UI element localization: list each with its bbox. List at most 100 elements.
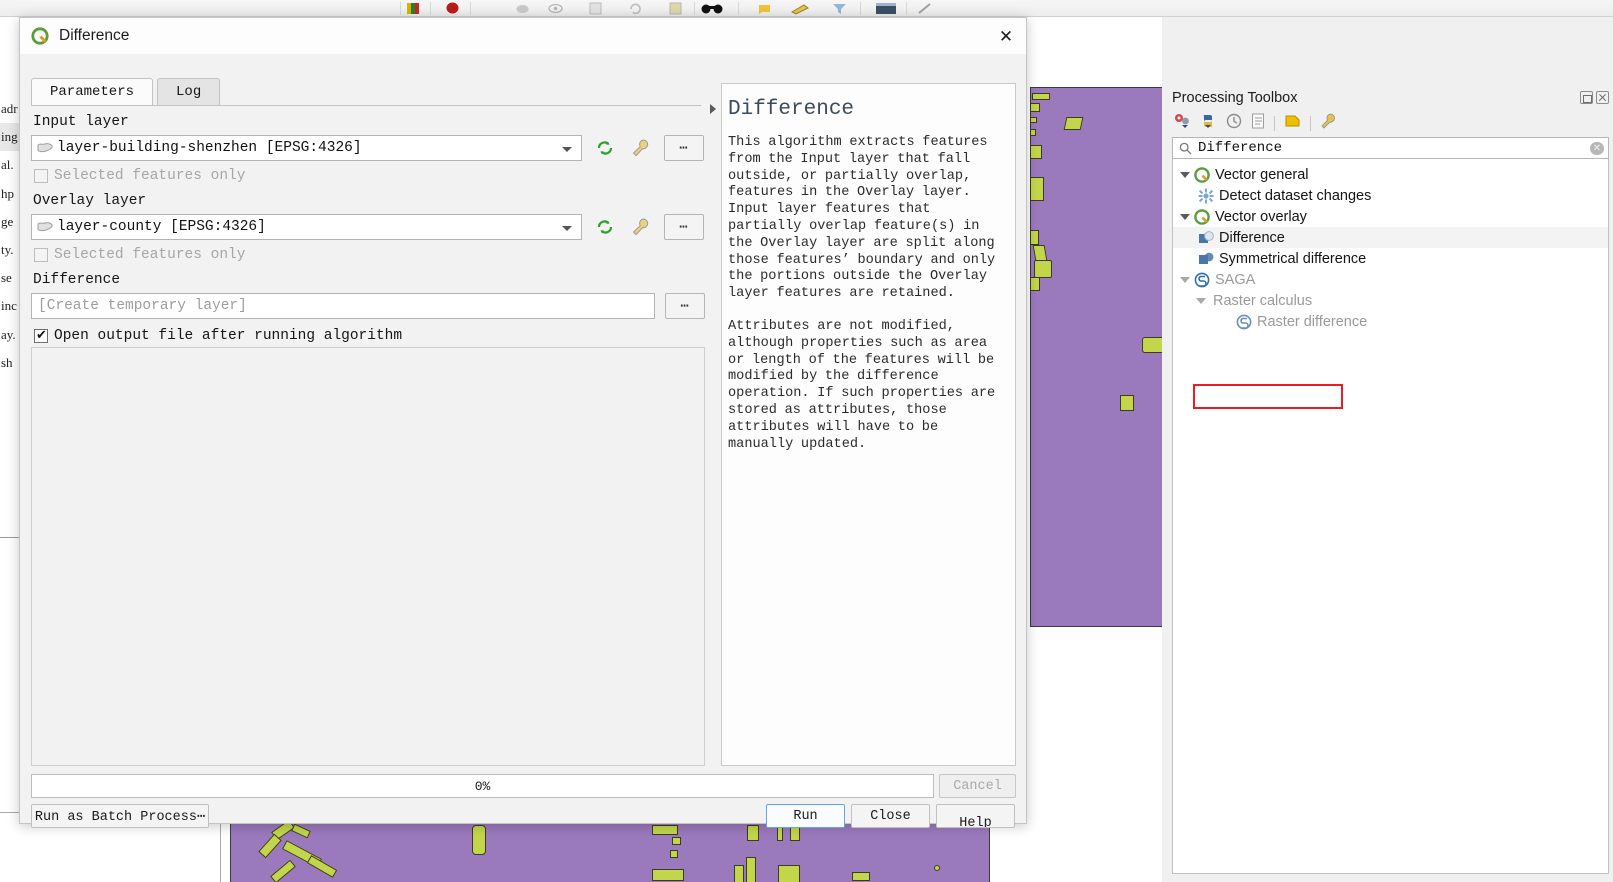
output-browse-button[interactable]: ⋯ (665, 293, 705, 319)
python-icon[interactable] (1200, 113, 1217, 134)
tree-item-label: Symmetrical difference (1219, 251, 1366, 267)
tree-item-vector-general[interactable]: Vector general (1173, 164, 1608, 185)
output-row: [Create temporary layer] ⋯ (31, 293, 705, 319)
dialog-tabs[interactable]: Parameters Log (31, 78, 220, 105)
record-icon[interactable] (445, 2, 460, 15)
qgis-main-toolbar[interactable] (0, 0, 1613, 17)
models-icon[interactable] (1174, 113, 1191, 134)
overlay-selected-features-row[interactable]: Selected features only (31, 247, 705, 263)
chevron-down-icon[interactable] (1177, 214, 1193, 220)
processing-algorithms-tree[interactable]: Vector general Detect dataset changes Ve… (1172, 159, 1609, 874)
refresh-icon[interactable] (592, 135, 618, 161)
tree-item-symmetrical-difference[interactable]: Symmetrical difference (1173, 248, 1608, 269)
building-polygon (734, 865, 744, 882)
open-output-checkbox[interactable] (34, 329, 48, 343)
saga-icon (1193, 272, 1211, 288)
tree-item-saga[interactable]: SAGA (1173, 269, 1608, 290)
toolbar-divider (1310, 116, 1311, 131)
chevron-down-icon[interactable] (1193, 298, 1209, 304)
difference-dialog: Difference ✕ Parameters Log Input layer (19, 17, 1027, 824)
model-designer-icon[interactable] (1284, 113, 1301, 134)
legend-icon[interactable] (406, 2, 421, 15)
dialog-title: Difference (59, 27, 129, 45)
binoculars-icon[interactable] (700, 2, 724, 15)
log-icon[interactable] (1251, 113, 1265, 134)
help-paragraph: Attributes are not modified, although pr… (728, 319, 1009, 453)
close-icon[interactable]: ✕ (996, 27, 1016, 47)
chevron-down-icon[interactable] (1177, 277, 1193, 283)
building-polygon (1030, 129, 1036, 136)
chevron-down-icon[interactable] (562, 226, 572, 231)
close-button[interactable]: Close (851, 804, 930, 828)
chevron-down-icon[interactable] (1177, 172, 1193, 178)
building-polygon (1142, 337, 1162, 353)
panel-window-buttons[interactable] (1580, 91, 1609, 104)
help-label: Help (959, 816, 991, 829)
dialog-body: Parameters Log Input layer layer-buildin… (20, 54, 1026, 823)
history-icon[interactable] (1226, 113, 1242, 134)
tree-item-raster-difference[interactable]: Raster difference (1173, 311, 1608, 332)
options-wrench-icon[interactable] (1320, 113, 1337, 134)
refresh-icon[interactable] (592, 214, 618, 240)
raster-icon[interactable] (668, 2, 683, 15)
input-selected-features-checkbox[interactable] (34, 169, 48, 183)
qgis-icon (1193, 167, 1211, 183)
tree-item-detect-dataset-changes[interactable]: Detect dataset changes (1173, 185, 1608, 206)
building-polygon (672, 837, 681, 845)
chevron-down-icon[interactable] (562, 147, 572, 152)
overlay-layer-more-button[interactable]: ⋯ (664, 214, 704, 240)
more-label: ⋯ (680, 298, 689, 315)
overlay-selected-features-checkbox[interactable] (34, 248, 48, 262)
clear-icon[interactable]: ✕ (1590, 142, 1604, 155)
building-polygon (1120, 395, 1134, 411)
more-label: ⋯ (679, 140, 688, 157)
float-panel-icon[interactable] (1580, 91, 1593, 104)
building-polygon (1030, 230, 1039, 245)
refresh-map-icon[interactable] (628, 2, 643, 15)
pencil-icon[interactable] (790, 2, 812, 15)
overlay-layer-label: Overlay layer (33, 193, 705, 209)
eye-icon[interactable] (548, 2, 563, 15)
shape-icon[interactable] (515, 2, 530, 15)
tree-item-label: SAGA (1215, 272, 1255, 288)
tree-item-raster-calculus[interactable]: Raster calculus (1173, 290, 1608, 311)
overlay-layer-combo[interactable]: layer-county [EPSG:4326] (31, 214, 582, 240)
search-icon (1179, 142, 1192, 155)
measure-icon[interactable] (918, 2, 933, 15)
run-as-batch-button[interactable]: Run as Batch Process⋯ (31, 804, 209, 828)
page-icon[interactable] (588, 2, 603, 15)
run-button[interactable]: Run (766, 804, 845, 828)
tree-item-label: Detect dataset changes (1219, 188, 1371, 204)
tree-item-vector-overlay[interactable]: Vector overlay (1173, 206, 1608, 227)
input-layer-row: layer-building-shenzhen [EPSG:4326] ⋯ (31, 135, 705, 161)
help-button[interactable]: Help (936, 804, 1015, 828)
dataset-changes-icon (1197, 188, 1215, 204)
input-layer-combo[interactable]: layer-building-shenzhen [EPSG:4326] (31, 135, 582, 161)
processing-search-input[interactable]: Difference ✕ (1172, 137, 1609, 159)
saga-icon (1235, 314, 1253, 330)
filter-icon[interactable] (832, 2, 847, 15)
help-collapse-icon[interactable] (710, 104, 716, 114)
tab-log[interactable]: Log (157, 78, 220, 105)
wrench-icon[interactable] (628, 135, 654, 161)
tree-item-label: Difference (1219, 230, 1285, 246)
processing-toolbox-toolbar[interactable] (1174, 113, 1337, 134)
dialog-title-bar[interactable]: Difference ✕ (20, 18, 1026, 54)
input-selected-features-row[interactable]: Selected features only (31, 168, 705, 184)
tree-item-label: Raster difference (1257, 314, 1367, 330)
close-panel-icon[interactable] (1596, 91, 1609, 104)
open-output-row[interactable]: Open output file after running algorithm (31, 328, 705, 344)
overlay-layer-value: layer-county [EPSG:4326] (57, 219, 266, 235)
window-icon[interactable] (875, 2, 897, 15)
output-path-input[interactable]: [Create temporary layer] (31, 293, 655, 319)
processing-toolbox-panel: Processing Toolbox (1166, 17, 1613, 882)
tree-item-difference[interactable]: Difference (1173, 227, 1608, 248)
tab-parameters[interactable]: Parameters (31, 78, 153, 105)
wrench-icon[interactable] (628, 214, 654, 240)
building-polygon (1030, 117, 1037, 123)
input-layer-more-button[interactable]: ⋯ (664, 135, 704, 161)
difference-highlight-box (1193, 384, 1343, 409)
county-polygon (1030, 87, 1162, 627)
building-polygon (934, 865, 940, 871)
note-icon[interactable] (758, 2, 773, 15)
